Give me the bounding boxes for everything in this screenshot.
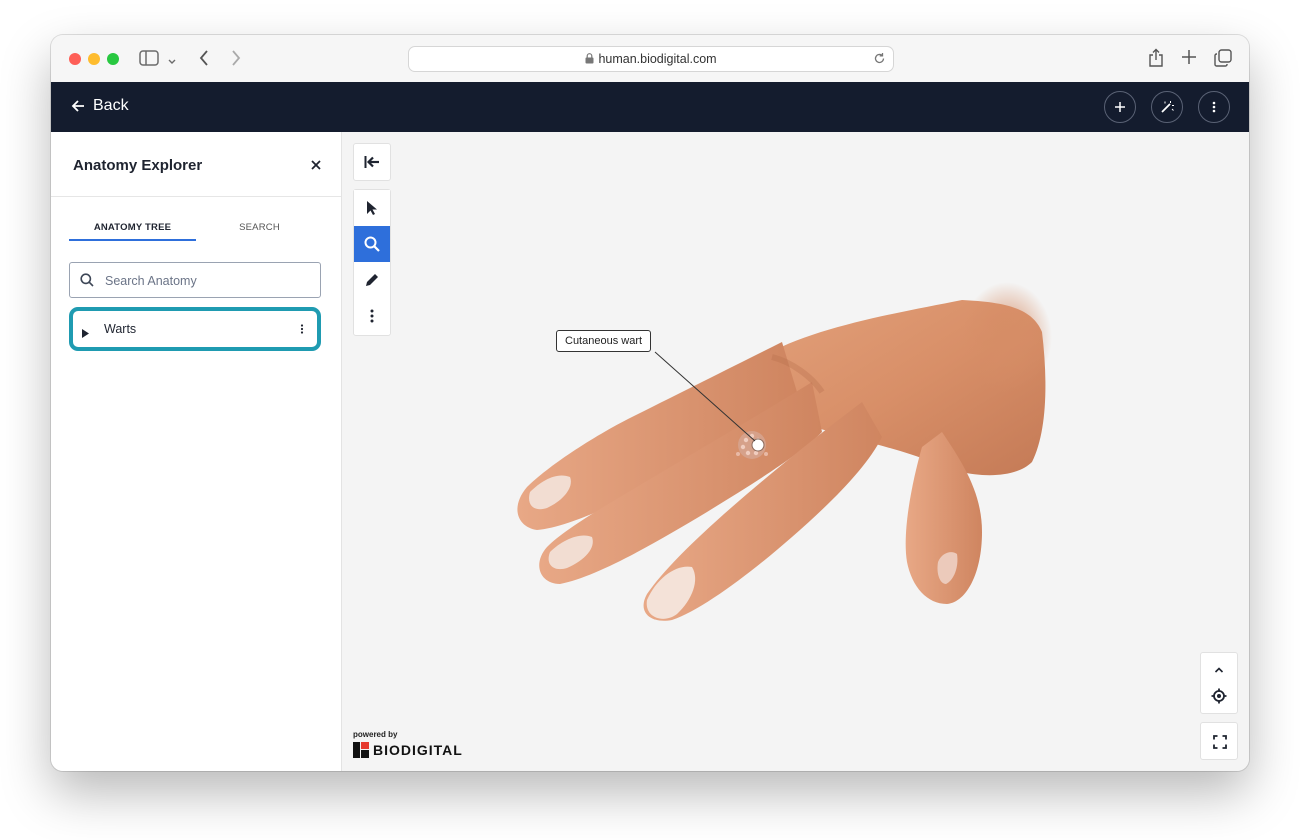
back-arrow-icon[interactable] [198,49,210,72]
more-vertical-icon [1212,101,1216,113]
tab-search[interactable]: SEARCH [196,222,323,233]
search-anatomy-input[interactable] [103,271,307,291]
select-tool-button[interactable] [354,190,390,226]
plus-icon [1115,102,1125,112]
address-bar[interactable]: human.biodigital.com [408,46,894,72]
more-options-button[interactable] [1198,91,1230,123]
magic-wand-button[interactable] [1151,91,1183,123]
pen-icon [366,274,378,286]
camera-control-group [1200,652,1238,714]
hand-model[interactable] [342,132,1249,771]
biodigital-logo-icon [353,742,369,758]
tab-anatomy-tree[interactable]: ANATOMY TREE [69,222,196,233]
tab-overview-icon[interactable] [1214,49,1232,72]
add-button[interactable] [1104,91,1136,123]
fullscreen-button[interactable] [1200,722,1238,760]
select-arrow-icon [367,201,377,215]
biodigital-logo[interactable]: BIODIGITAL [353,742,463,758]
browser-window: human.biodigital.com Back Anatomy Explor… [51,35,1249,771]
share-icon[interactable] [1148,48,1164,73]
reload-icon[interactable] [873,52,886,70]
minimize-window-button[interactable] [88,53,100,65]
anatomy-explorer-panel: Anatomy Explorer ANATOMY TREE SEARCH War… [51,132,342,771]
tree-item-warts[interactable]: Warts [69,307,321,351]
annotation-label[interactable]: Cutaneous wart [556,330,652,352]
3d-viewer[interactable]: Cutaneous wart powered by BIODIGITAL [342,132,1249,771]
close-panel-button[interactable] [311,157,321,175]
center-view-button[interactable] [1211,688,1227,709]
fullscreen-icon [1213,735,1227,749]
zoom-window-button[interactable] [107,53,119,65]
tree-item-more-button[interactable] [300,322,304,340]
panel-title: Anatomy Explorer [73,157,203,174]
back-button[interactable]: Back [71,97,129,115]
more-tools-button[interactable] [354,298,390,334]
close-icon [311,160,321,170]
zoom-search-icon [364,236,380,252]
collapse-panel-icon [364,156,379,168]
tree-item-label: Warts [104,322,137,336]
target-crosshair-icon [1211,688,1227,704]
expand-triangle-icon[interactable] [82,325,89,343]
brand-name: BIODIGITAL [373,742,463,758]
more-vertical-icon [300,324,304,334]
chevron-up-icon [1214,667,1224,673]
browser-toolbar: human.biodigital.com [51,35,1249,83]
sidebar-toggle-icon[interactable] [139,50,159,71]
zoom-tool-button[interactable] [354,226,390,262]
arrow-left-icon [71,100,84,112]
powered-by-text: powered by [353,730,398,739]
forward-arrow-icon[interactable] [230,49,242,72]
draw-tool-button[interactable] [354,262,390,298]
app-header: Back [51,82,1249,132]
back-label: Back [93,97,129,114]
tool-group [353,189,391,336]
url-text: human.biodigital.com [409,52,893,66]
lock-icon [585,53,594,64]
more-vertical-icon [370,309,374,323]
close-window-button[interactable] [69,53,81,65]
expand-up-button[interactable] [1214,661,1224,679]
collapse-panel-button[interactable] [353,143,391,181]
active-tab-indicator [69,239,196,241]
chevron-down-icon[interactable] [167,53,177,71]
divider [51,196,341,197]
magic-wand-icon [1161,101,1174,113]
search-icon [80,273,94,287]
new-tab-plus-icon[interactable] [1181,49,1197,70]
search-anatomy-box[interactable] [69,262,321,298]
